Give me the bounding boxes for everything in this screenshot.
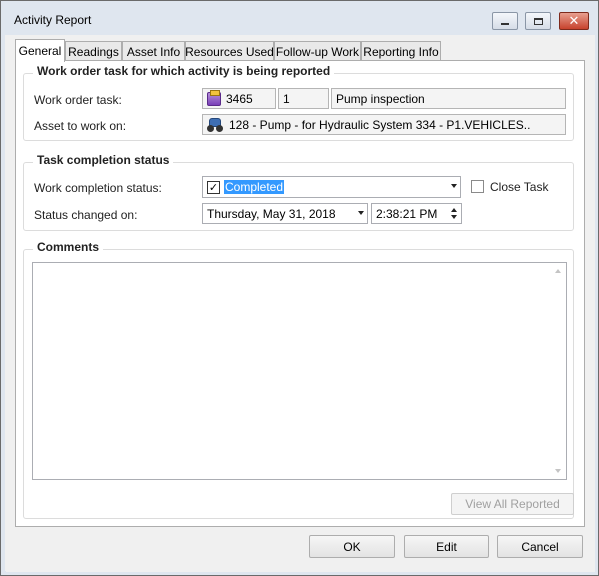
dialog-client-area: General Readings Asset Info Resources Us…: [6, 35, 595, 572]
work-order-task-label: Work order task:: [34, 93, 122, 107]
status-changed-time: 2:38:21 PM: [376, 206, 438, 221]
tab-follow-up-work[interactable]: Follow-up Work: [274, 41, 361, 61]
close-task-checkbox[interactable]: [471, 180, 484, 193]
comments-textarea[interactable]: [32, 262, 567, 480]
task-sequence: 1: [283, 91, 290, 106]
comments-group-title: Comments: [33, 240, 104, 254]
calendar-dropdown-icon: [358, 211, 364, 215]
work-order-number: 3465: [226, 91, 253, 106]
cancel-button[interactable]: Cancel: [497, 535, 583, 558]
status-changed-time-field[interactable]: 2:38:21 PM: [371, 203, 462, 224]
general-tab-panel: Work order task for which activity is be…: [15, 60, 585, 527]
edit-button[interactable]: Edit: [404, 535, 489, 558]
tab-reporting-info[interactable]: Reporting Info: [361, 41, 441, 61]
work-completion-status-value: Completed: [224, 180, 285, 194]
work-order-group: Work order task for which activity is be…: [23, 64, 574, 141]
work-order-group-title: Work order task for which activity is be…: [33, 64, 335, 78]
minimize-button[interactable]: [492, 12, 518, 30]
work-order-number-field[interactable]: 3465: [202, 88, 276, 109]
window-title: Activity Report: [14, 13, 92, 27]
status-changed-date-picker[interactable]: Thursday, May 31, 2018: [202, 203, 368, 224]
tab-asset-info[interactable]: Asset Info: [122, 41, 185, 61]
comments-group: Comments View All Reported: [23, 240, 574, 519]
maximize-button[interactable]: [525, 12, 551, 30]
task-completion-group-title: Task completion status: [33, 153, 174, 167]
activity-report-window: Activity Report ✕ General Readings Asset…: [0, 0, 599, 576]
close-button[interactable]: ✕: [559, 12, 589, 30]
close-icon: ✕: [568, 13, 580, 29]
tab-resources-used[interactable]: Resources Used: [185, 41, 274, 61]
tab-readings[interactable]: Readings: [65, 41, 122, 61]
close-task-label[interactable]: Close Task: [490, 180, 548, 194]
ok-button[interactable]: OK: [309, 535, 395, 558]
scroll-up-icon[interactable]: [555, 269, 561, 273]
tab-general[interactable]: General: [15, 39, 65, 62]
view-all-reported-button[interactable]: View All Reported: [451, 493, 574, 515]
task-sequence-field: 1: [278, 88, 329, 109]
asset-field[interactable]: 128 - Pump - for Hydraulic System 334 - …: [202, 114, 566, 135]
chevron-down-icon: [451, 184, 457, 188]
work-completion-status-dropdown[interactable]: ✓ Completed: [202, 176, 461, 198]
work-completion-status-label: Work completion status:: [34, 181, 162, 195]
completed-check-icon: ✓: [207, 180, 220, 194]
status-changed-on-label: Status changed on:: [34, 208, 138, 222]
asset-value: 128 - Pump - for Hydraulic System 334 - …: [229, 117, 531, 132]
task-completion-group: Task completion status Work completion s…: [23, 153, 574, 231]
task-description: Pump inspection: [336, 91, 425, 106]
comments-scrollbar[interactable]: [550, 263, 566, 479]
asset-label: Asset to work on:: [34, 119, 127, 133]
scroll-down-icon[interactable]: [555, 469, 561, 473]
work-order-icon: [207, 89, 221, 106]
time-spinner-icon[interactable]: [450, 205, 459, 222]
maximize-icon: [533, 17, 543, 25]
title-bar[interactable]: Activity Report ✕: [2, 2, 597, 35]
vehicle-icon: [207, 117, 225, 133]
task-description-field: Pump inspection: [331, 88, 566, 109]
status-changed-date: Thursday, May 31, 2018: [207, 206, 336, 221]
minimize-icon: [501, 23, 509, 25]
